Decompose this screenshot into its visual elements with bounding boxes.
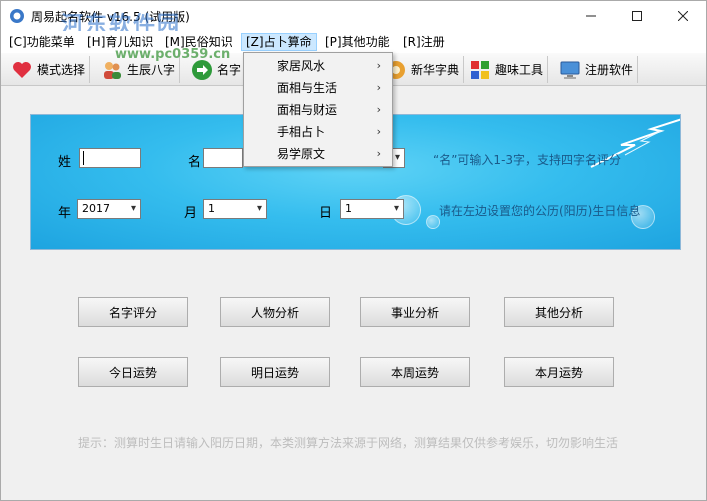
watermark-url: www.pc0359.cn: [115, 47, 231, 62]
tomorrow-fortune-button[interactable]: 明日运势: [220, 357, 330, 387]
week-fortune-button[interactable]: 本周运势: [360, 357, 470, 387]
close-button[interactable]: [660, 1, 706, 31]
menu-divination[interactable]: [Z]占卜算命: [241, 33, 317, 51]
app-window: 周易起名软件 v16.5 (试用版) 河东软件园 [C]功能菜单 [H]育儿知识…: [0, 0, 707, 501]
day-label: 日: [319, 206, 333, 221]
dropdown-item-palmistry[interactable]: 手相占卜 ›: [245, 121, 391, 143]
year-label: 年: [58, 206, 72, 221]
other-analysis-button[interactable]: 其他分析: [504, 297, 614, 327]
fun-tools-label: 趣味工具: [495, 63, 544, 77]
given-name-label: 名: [188, 155, 202, 170]
person-analysis-button[interactable]: 人物分析: [220, 297, 330, 327]
footer-tip: 提示：测算时生日请输入阳历日期，本类测算方法来源于网络，测算结果仅供参考娱乐，切…: [78, 436, 619, 450]
chevron-down-icon: ▾: [256, 203, 262, 214]
name-hint: “名”可输入1-3字，支持四字名评分: [433, 153, 622, 167]
register-software-label: 注册软件: [585, 63, 634, 77]
menu-bar: [C]功能菜单 [H]育儿知识 [M]民俗知识 [Z]占卜算命 [P]其他功能 …: [1, 31, 706, 53]
bubble-decoration: [426, 215, 440, 229]
register-software-button[interactable]: 注册软件: [555, 56, 639, 83]
name-score-button[interactable]: 名字评分: [78, 297, 188, 327]
monitor-icon: [560, 61, 580, 79]
surname-label: 姓: [58, 155, 72, 170]
career-analysis-button[interactable]: 事业分析: [360, 297, 470, 327]
submenu-arrow-icon: ›: [376, 125, 381, 138]
menu-register[interactable]: [R]注册: [399, 33, 449, 51]
year-select[interactable]: 2017 ▾: [77, 199, 141, 219]
mode-select-button[interactable]: 模式选择: [7, 56, 91, 83]
submenu-arrow-icon: ›: [376, 147, 381, 160]
day-select[interactable]: 1 ▾: [340, 199, 404, 219]
dropdown-item-face-wealth[interactable]: 面相与财运 ›: [245, 99, 391, 121]
date-hint: 请在左边设置您的公历(阳历)生日信息: [439, 204, 641, 218]
submenu-arrow-icon: ›: [376, 59, 381, 72]
given-name-input[interactable]: [203, 148, 243, 168]
submenu-arrow-icon: ›: [376, 81, 381, 94]
app-logo-icon: [10, 9, 24, 23]
fun-tools-button[interactable]: 趣味工具: [465, 56, 549, 83]
chevron-down-icon: ▾: [130, 203, 136, 214]
month-select[interactable]: 1 ▾: [203, 199, 267, 219]
dropdown-item-face-life[interactable]: 面相与生活 ›: [245, 77, 391, 99]
divination-dropdown-menu: 家居风水 › 面相与生活 › 面相与财运 › 手相占卜 › 易学原文 ›: [243, 52, 393, 167]
menu-other[interactable]: [P]其他功能: [321, 33, 394, 51]
dropdown-item-yixue-texts[interactable]: 易学原文 ›: [245, 143, 391, 165]
chevron-down-icon: ▾: [394, 152, 400, 163]
surname-input[interactable]: [79, 148, 141, 168]
close-icon: [678, 11, 688, 21]
chevron-down-icon: ▾: [393, 203, 399, 214]
xinhua-dictionary-label: 新华字典: [411, 63, 460, 77]
menu-function[interactable]: [C]功能菜单: [5, 33, 79, 51]
month-fortune-button[interactable]: 本月运势: [504, 357, 614, 387]
submenu-arrow-icon: ›: [376, 103, 381, 116]
name-label: 名字: [217, 63, 242, 77]
today-fortune-button[interactable]: 今日运势: [78, 357, 188, 387]
title-bar: 周易起名软件 v16.5 (试用版) 河东软件园: [1, 1, 706, 38]
mode-select-label: 模式选择: [37, 63, 86, 77]
birth-bazi-label: 生辰八字: [127, 63, 176, 77]
minimize-button[interactable]: [568, 1, 614, 31]
xinhua-dictionary-button[interactable]: 新华字典: [381, 56, 465, 83]
minimize-icon: [586, 15, 596, 17]
dropdown-item-home-fengshui[interactable]: 家居风水 ›: [245, 55, 391, 77]
month-label: 月: [184, 206, 198, 221]
puzzle-icon: [471, 60, 489, 79]
heart-icon: [13, 61, 31, 78]
maximize-icon: [632, 11, 642, 21]
maximize-button[interactable]: [614, 1, 660, 31]
